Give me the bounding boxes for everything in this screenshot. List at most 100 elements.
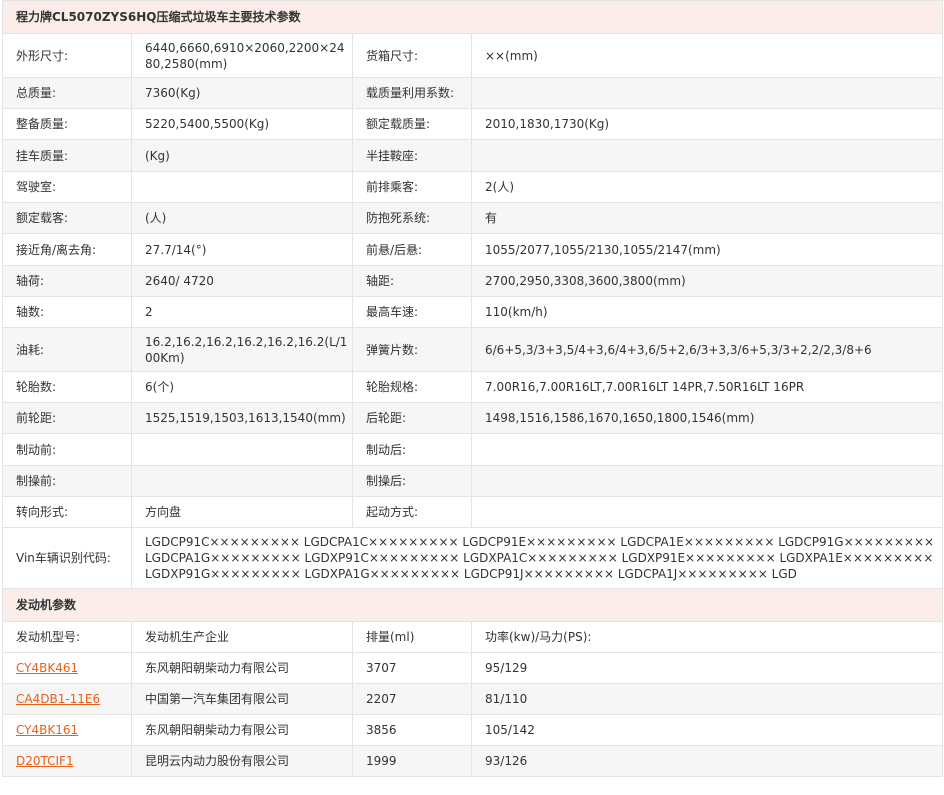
engine-maker-cell: 中国第一汽车集团有限公司: [131, 683, 353, 715]
engine-maker-cell: 昆明云内动力股份有限公司: [131, 745, 353, 777]
spec-label-left: 制操前:: [2, 465, 132, 497]
spec-value-left: [131, 171, 353, 203]
spec-value-right: 110(km/h): [470, 296, 944, 328]
spec-value-right: [470, 433, 944, 466]
spec-label-left: 制动前:: [2, 433, 132, 466]
spec-label-left: 转向形式:: [2, 496, 132, 528]
spec-page: 程力牌CL5070ZYS6HQ压缩式垃圾车主要技术参数 外形尺寸: 6440,66…: [1, 0, 944, 777]
spec-label-left: 轴数:: [2, 296, 132, 328]
spec-value-right: 2700,2950,3308,3600,3800(mm): [470, 265, 944, 297]
spec-value-right: [470, 465, 944, 497]
engine-model-cell: CY4BK461: [2, 652, 132, 684]
spec-value-left: 2: [131, 296, 353, 328]
engine-row: D20TCIF1 昆明云内动力股份有限公司 1999 93/126: [2, 745, 944, 777]
engine-header-model: 发动机型号:: [2, 621, 132, 653]
engine-header-displacement: 排量(ml): [352, 621, 472, 653]
spec-row: 外形尺寸: 6440,6660,6910×2060,2200×2480,2580(…: [2, 33, 944, 78]
spec-value-left: 5220,5400,5500(Kg): [131, 108, 353, 140]
engine-model-cell: CY4BK161: [2, 714, 132, 746]
spec-label-right: 轴距:: [352, 265, 472, 297]
spec-value-left: 6440,6660,6910×2060,2200×2480,2580(mm): [131, 33, 353, 78]
spec-row: 接近角/离去角: 27.7/14(°) 前悬/后悬: 1055/2077,1055/2…: [2, 233, 944, 266]
spec-label-left: 轮胎数:: [2, 371, 132, 403]
engine-model-link[interactable]: CA4DB1-11E6: [16, 692, 100, 706]
spec-value-right: ××(mm): [470, 33, 944, 78]
spec-value-right: 有: [470, 202, 944, 234]
engine-power-cell: 81/110: [470, 683, 944, 715]
vin-value: LGDCP91C××××××××× LGDCPA1C××××××××× LGDC…: [130, 527, 944, 589]
spec-label-right: 制操后:: [352, 465, 472, 497]
engine-model-cell: CA4DB1-11E6: [2, 683, 132, 715]
spec-value-left: 7360(Kg): [131, 77, 353, 109]
engine-row: CY4BK161 东风朝阳朝柴动力有限公司 3856 105/142: [2, 714, 944, 746]
spec-label-left: 挂车质量:: [2, 139, 132, 172]
spec-section-header: 程力牌CL5070ZYS6HQ压缩式垃圾车主要技术参数: [1, 0, 944, 34]
spec-label-right: 轮胎规格:: [352, 371, 472, 403]
spec-value-right: 2(人): [470, 171, 944, 203]
engine-maker-cell: 东风朝阳朝柴动力有限公司: [131, 714, 353, 746]
vin-row: Vin车辆识别代码: LGDCP91C××××××××× LGDCPA1C×××…: [2, 527, 944, 589]
spec-value-left: 27.7/14(°): [131, 233, 353, 266]
spec-row: 轴数: 2 最高车速: 110(km/h): [2, 296, 944, 328]
spec-value-left: (人): [131, 202, 353, 234]
spec-value-right: 1498,1516,1586,1670,1650,1800,1546(mm): [470, 402, 944, 434]
spec-label-right: 起动方式:: [352, 496, 472, 528]
engine-section-title: 发动机参数: [1, 588, 944, 622]
spec-label-right: 弹簧片数:: [352, 327, 472, 372]
spec-label-left: 油耗:: [2, 327, 132, 372]
engine-header-row: 发动机型号: 发动机生产企业 排量(ml) 功率(kw)/马力(PS):: [2, 621, 944, 653]
engine-row: CA4DB1-11E6 中国第一汽车集团有限公司 2207 81/110: [2, 683, 944, 715]
spec-value-left: 方向盘: [131, 496, 353, 528]
spec-value-left: [131, 465, 353, 497]
engine-displacement-cell: 1999: [352, 745, 472, 777]
spec-row: 总质量: 7360(Kg) 载质量利用系数:: [2, 77, 944, 109]
spec-row: 转向形式: 方向盘 起动方式:: [2, 496, 944, 528]
engine-row: CY4BK461 东风朝阳朝柴动力有限公司 3707 95/129: [2, 652, 944, 684]
spec-label-right: 额定载质量:: [352, 108, 472, 140]
spec-row: 轮胎数: 6(个) 轮胎规格: 7.00R16,7.00R16LT,7.00R16LT…: [2, 371, 944, 403]
spec-value-left: 6(个): [131, 371, 353, 403]
engine-model-cell: D20TCIF1: [2, 745, 132, 777]
spec-label-left: 额定载客:: [2, 202, 132, 234]
spec-section-title: 程力牌CL5070ZYS6HQ压缩式垃圾车主要技术参数: [1, 0, 944, 34]
spec-label-left: 前轮距:: [2, 402, 132, 434]
spec-row: 制动前: 制动后:: [2, 433, 944, 466]
spec-value-left: 2640/ 4720: [131, 265, 353, 297]
engine-model-link[interactable]: CY4BK461: [16, 661, 78, 675]
spec-value-right: 2010,1830,1730(Kg): [470, 108, 944, 140]
spec-value-left: 1525,1519,1503,1613,1540(mm): [131, 402, 353, 434]
spec-value-right: 7.00R16,7.00R16LT,7.00R16LT 14PR,7.50R16…: [470, 371, 944, 403]
engine-model-link[interactable]: D20TCIF1: [16, 754, 74, 768]
engine-model-link[interactable]: CY4BK161: [16, 723, 78, 737]
spec-value-right: 1055/2077,1055/2130,1055/2147(mm): [470, 233, 944, 266]
engine-displacement-cell: 3856: [352, 714, 472, 746]
spec-value-left: 16.2,16.2,16.2,16.2,16.2,16.2(L/100Km): [131, 327, 353, 372]
spec-row: 整备质量: 5220,5400,5500(Kg) 额定载质量: 2010,1830,1…: [2, 108, 944, 140]
spec-label-left: 驾驶室:: [2, 171, 132, 203]
vin-body: Vin车辆识别代码: LGDCP91C××××××××× LGDCPA1C×××…: [1, 527, 944, 653]
engine-power-cell: 93/126: [470, 745, 944, 777]
spec-value-right: 6/6+5,3/3+3,5/4+3,6/4+3,6/5+2,6/3+3,3/6+…: [470, 327, 944, 372]
spec-label-right: 前悬/后悬:: [352, 233, 472, 266]
spec-label-left: 接近角/离去角:: [2, 233, 132, 266]
spec-label-right: 制动后:: [352, 433, 472, 466]
spec-table: 程力牌CL5070ZYS6HQ压缩式垃圾车主要技术参数 外形尺寸: 6440,66…: [1, 0, 944, 777]
engine-header-power: 功率(kw)/马力(PS):: [470, 621, 944, 653]
spec-row: 驾驶室: 前排乘客: 2(人): [2, 171, 944, 203]
spec-label-left: 外形尺寸:: [2, 33, 132, 78]
engine-power-cell: 105/142: [470, 714, 944, 746]
spec-value-left: [131, 433, 353, 466]
spec-row: 前轮距: 1525,1519,1503,1613,1540(mm) 后轮距: 1498…: [2, 402, 944, 434]
spec-value-left: (Kg): [131, 139, 353, 172]
spec-label-left: 轴荷:: [2, 265, 132, 297]
spec-value-right: [470, 139, 944, 172]
spec-row: 挂车质量: (Kg) 半挂鞍座:: [2, 139, 944, 172]
engine-section-header: 发动机参数: [1, 588, 944, 622]
spec-body: 程力牌CL5070ZYS6HQ压缩式垃圾车主要技术参数 外形尺寸: 6440,66…: [1, 0, 944, 528]
engine-power-cell: 95/129: [470, 652, 944, 684]
spec-label-left: 总质量:: [2, 77, 132, 109]
engine-body: CY4BK461 东风朝阳朝柴动力有限公司 3707 95/129 CA4DB1-11E…: [2, 652, 944, 777]
spec-label-right: 前排乘客:: [352, 171, 472, 203]
spec-row: 油耗: 16.2,16.2,16.2,16.2,16.2,16.2(L/100Km…: [2, 327, 944, 372]
engine-header-maker: 发动机生产企业: [131, 621, 353, 653]
